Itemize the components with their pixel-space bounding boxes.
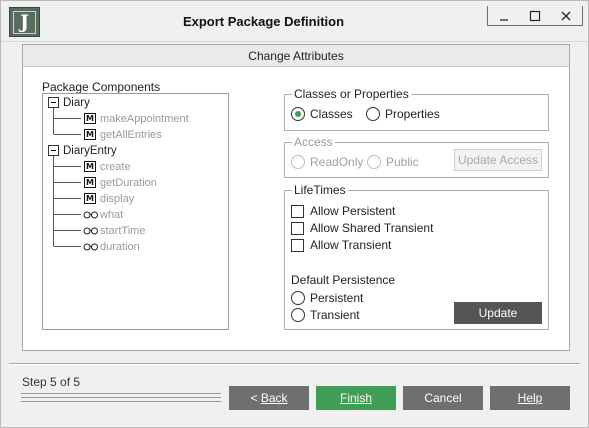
back-button[interactable]: < Back [229,386,309,410]
cancel-button[interactable]: Cancel [403,386,483,410]
radio-transient[interactable]: Transient [291,308,360,322]
title-bar: J Export Package Definition [1,1,588,41]
checkbox-icon [291,204,304,218]
collapse-toggle-icon[interactable] [48,145,59,156]
radio-unchecked-icon [366,107,380,121]
panel-header: Change Attributes [23,45,569,67]
maximize-button[interactable] [519,6,550,25]
update-access-button[interactable]: Update Access [454,149,542,171]
checkbox-allow-transient-label: Allow Transient [310,238,392,252]
property-icon [83,243,98,251]
checkbox-allow-persistent-label: Allow Persistent [310,204,396,218]
radio-persistent-label: Persistent [310,291,364,305]
package-components-label: Package Components [42,80,161,94]
tree-node-what[interactable]: what [100,208,123,222]
radio-readonly[interactable]: ReadOnly [291,155,363,169]
update-lifetimes-button[interactable]: Update Lifetimes [454,302,542,342]
radio-unchecked-icon [291,155,305,169]
cancel-label: Cancel [424,391,462,405]
close-button[interactable] [551,6,582,25]
tree-node-diaryentry[interactable]: DiaryEntry [63,144,117,158]
finish-label: Finish [339,391,372,405]
step-indicator: Step 5 of 5 [22,375,81,389]
help-button[interactable]: Help [490,386,570,410]
method-icon: M [84,193,96,204]
tree-node-display[interactable]: display [100,192,134,206]
lifetimes-legend: LifeTimes [292,183,348,197]
checkbox-icon [291,221,304,235]
radio-classes[interactable]: Classes [291,107,353,121]
access-legend: Access [292,135,335,149]
classes-or-properties-group: Classes or Properties Classes Properties [284,87,549,131]
radio-classes-label: Classes [310,107,353,121]
window-controls [487,6,583,26]
minimize-icon [499,18,508,21]
radio-persistent[interactable]: Persistent [291,291,363,305]
footer-divider [9,363,580,365]
radio-public[interactable]: Public [367,155,419,169]
maximize-icon [529,10,541,21]
tree-node-create[interactable]: create [100,160,131,174]
checkbox-allow-shared-transient[interactable]: Allow Shared Transient [291,221,433,235]
step-decoration-lines [21,393,221,407]
method-icon: M [84,161,96,172]
tree-node-diary[interactable]: Diary [63,96,90,110]
collapse-toggle-icon[interactable] [48,97,59,108]
checkbox-allow-shared-transient-label: Allow Shared Transient [310,221,434,235]
finish-button[interactable]: Finish [316,386,396,410]
radio-unchecked-icon [291,308,305,322]
radio-checked-icon [291,107,305,121]
method-icon: M [84,177,96,188]
window-title: Export Package Definition [182,14,345,29]
classes-or-properties-legend: Classes or Properties [292,87,411,101]
property-icon [83,227,98,235]
tree-node-getduration[interactable]: getDuration [100,176,157,190]
radio-properties[interactable]: Properties [366,107,440,121]
radio-public-label: Public [386,155,419,169]
checkbox-allow-transient[interactable]: Allow Transient [291,238,391,252]
close-icon [561,11,571,20]
minimize-button[interactable] [488,6,519,25]
checkbox-icon [291,238,304,252]
export-package-window: J Export Package Definition Change Attri… [0,0,589,428]
back-prefix: < [250,391,261,405]
radio-readonly-label: ReadOnly [310,155,364,169]
lifetimes-group: LifeTimes Allow Persistent Allow Shared … [284,183,549,342]
property-icon [83,211,98,219]
tree-node-starttime[interactable]: startTime [100,224,145,238]
tree-node-duration[interactable]: duration [100,240,140,254]
package-components-tree[interactable]: Diary M makeAppointment M getAllEntries … [42,93,229,330]
tree-node-getallentries[interactable]: getAllEntries [100,128,162,142]
tree-node-makeappointment[interactable]: makeAppointment [100,112,189,126]
change-attributes-panel: Change Attributes Package Components Dia… [22,44,570,351]
checkbox-allow-persistent[interactable]: Allow Persistent [291,204,395,218]
radio-transient-label: Transient [310,308,360,322]
method-icon: M [84,129,96,140]
access-group: Access ReadOnly Public Update Access [284,135,549,178]
radio-unchecked-icon [291,291,305,305]
method-icon: M [84,113,96,124]
title-separator [1,41,588,42]
back-label: Back [260,391,288,405]
radio-properties-label: Properties [385,107,440,121]
radio-unchecked-icon [367,155,381,169]
help-label: Help [517,391,543,405]
default-persistence-label: Default Persistence [291,273,396,287]
